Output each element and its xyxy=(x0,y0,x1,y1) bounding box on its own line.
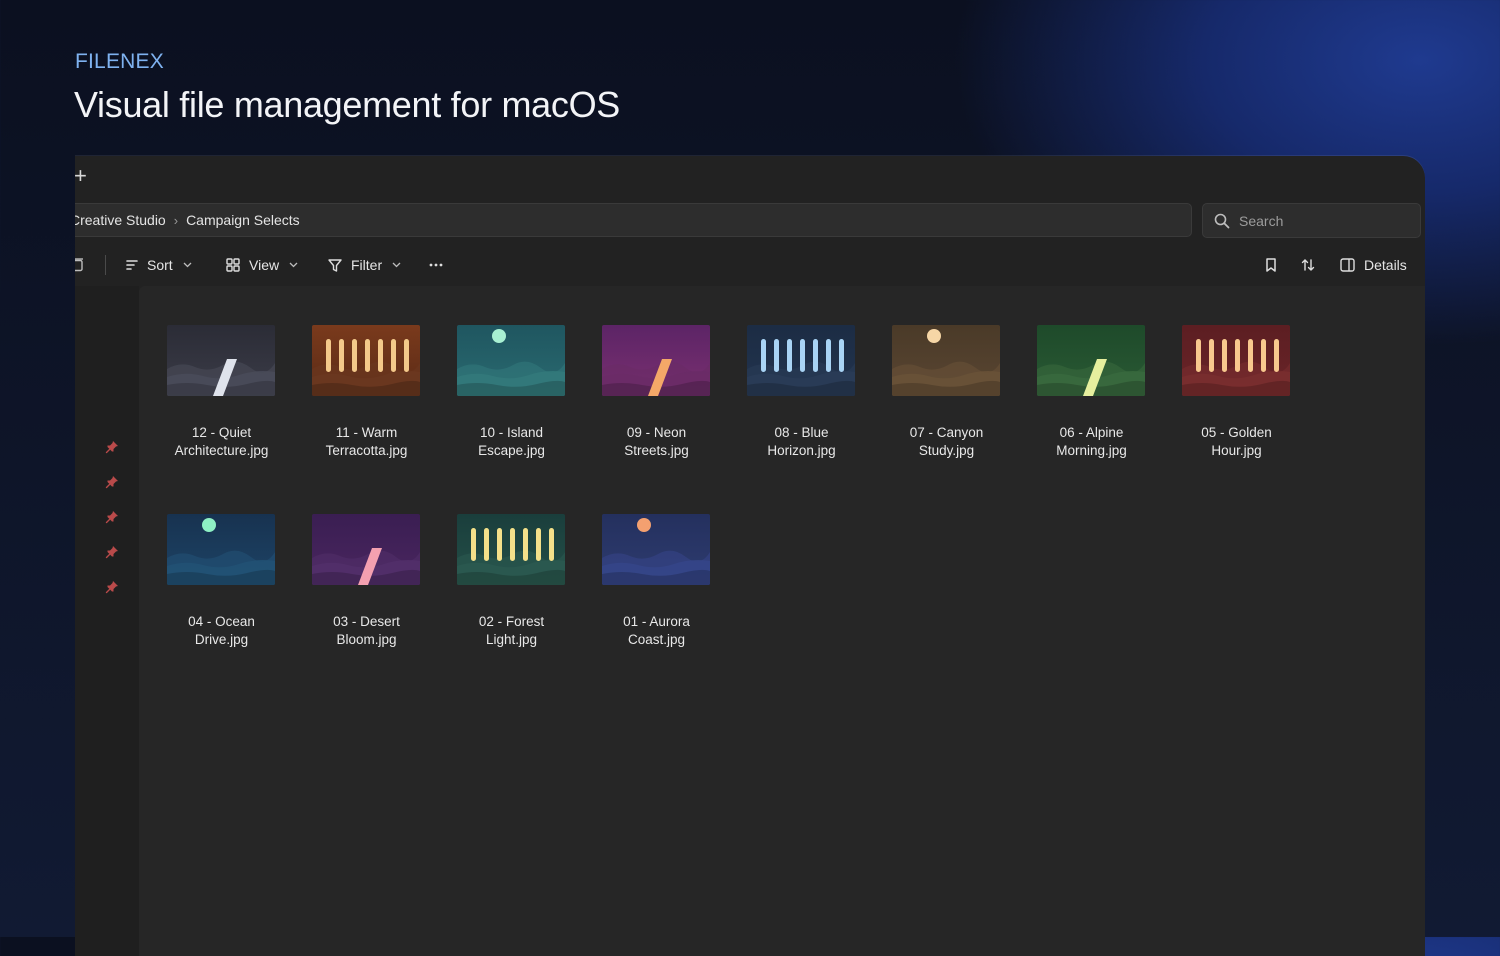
details-label: Details xyxy=(1364,257,1407,273)
file-thumbnail xyxy=(167,514,275,585)
file-thumbnail xyxy=(457,325,565,396)
file-name: 10 - Island Escape.jpg xyxy=(435,424,588,460)
filter-button[interactable]: Filter xyxy=(328,248,401,282)
breadcrumb-separator: › xyxy=(173,212,179,228)
sidebar-panel-icon xyxy=(1340,258,1355,272)
file-thumbnail xyxy=(1037,325,1145,396)
chevron-down-icon xyxy=(289,262,298,268)
file-name-line: 02 - Forest xyxy=(478,614,545,629)
breadcrumb-item-creative-studio[interactable]: Creative Studio xyxy=(75,212,166,228)
file-name-line: 11 - Warm xyxy=(335,425,398,440)
file-name-line: Hour.jpg xyxy=(1211,443,1262,458)
bookmark-button[interactable] xyxy=(1265,248,1277,282)
sidebar xyxy=(75,286,139,956)
tab-bar: + xyxy=(75,156,1425,200)
file-thumbnail xyxy=(167,325,275,396)
swap-vertical-icon xyxy=(1301,259,1315,271)
pin-icon[interactable] xyxy=(105,440,119,454)
file-name: 06 - Alpine Morning.jpg xyxy=(1015,424,1168,460)
pin-icon[interactable] xyxy=(105,510,119,524)
file-name-line: Streets.jpg xyxy=(624,443,689,458)
breadcrumb-item-campaign-selects[interactable]: Campaign Selects xyxy=(186,212,300,228)
file-name-line: 03 - Desert xyxy=(333,614,400,629)
file-name-line: Architecture.jpg xyxy=(174,443,269,458)
file-name-line: 10 - Island xyxy=(479,425,544,440)
pin-icon[interactable] xyxy=(105,545,119,559)
ellipsis-icon xyxy=(429,263,443,267)
file-name-line: Morning.jpg xyxy=(1056,443,1127,458)
chevron-down-icon xyxy=(183,262,192,268)
file-name-line: 08 - Blue xyxy=(774,425,829,440)
toolbar-divider xyxy=(105,255,106,275)
sort-label: Sort xyxy=(147,257,173,273)
file-name-line: Study.jpg xyxy=(918,443,975,458)
toolbar: Sort View Filter Details xyxy=(75,248,1425,282)
file-name-line: Coast.jpg xyxy=(627,632,686,647)
file-name-line: 01 - Aurora xyxy=(623,614,690,629)
file-name-line: 12 - Quiet xyxy=(191,425,252,440)
file-name: 01 - Aurora Coast.jpg xyxy=(580,613,733,649)
brand-eyebrow: FILENEX xyxy=(75,50,164,73)
search-input[interactable] xyxy=(1237,211,1411,230)
file-thumbnail xyxy=(747,325,855,396)
file-name: 02 - Forest Light.jpg xyxy=(435,613,588,649)
file-grid: 12 - Quiet Architecture.jpg 11 - Warm Terra… xyxy=(139,286,1425,956)
search-icon xyxy=(1214,213,1230,228)
file-name-line: Drive.jpg xyxy=(194,632,249,647)
file-name-line: Horizon.jpg xyxy=(767,443,836,458)
file-thumbnail xyxy=(312,325,420,396)
chevron-down-icon xyxy=(392,262,401,268)
pin-icon[interactable] xyxy=(105,475,119,489)
more-options-button[interactable] xyxy=(429,248,443,282)
sort-button[interactable]: Sort xyxy=(126,248,192,282)
sort-order-button[interactable] xyxy=(1301,248,1315,282)
file-name: 12 - Quiet Architecture.jpg xyxy=(145,424,298,460)
view-label: View xyxy=(249,257,280,273)
bookmark-icon xyxy=(1266,258,1276,272)
file-name: 03 - Desert Bloom.jpg xyxy=(290,613,443,649)
file-name-line: 05 - Golden xyxy=(1201,425,1272,440)
sort-icon xyxy=(126,260,138,270)
filter-label: Filter xyxy=(351,257,383,273)
file-name-line: Escape.jpg xyxy=(478,443,545,458)
grid-icon xyxy=(226,258,240,272)
file-name-line: Light.jpg xyxy=(485,632,538,647)
file-name-line: 04 - Ocean xyxy=(188,614,255,629)
file-name-line: Terracotta.jpg xyxy=(325,443,408,458)
file-name-line: 07 - Canyon xyxy=(909,425,984,440)
file-thumbnail xyxy=(602,325,710,396)
file-name: 11 - Warm Terracotta.jpg xyxy=(290,424,443,460)
file-thumbnail xyxy=(1182,325,1290,396)
pin-icon[interactable] xyxy=(105,580,119,594)
file-name-line: Bloom.jpg xyxy=(336,632,397,647)
file-thumbnail xyxy=(892,325,1000,396)
file-name: 04 - Ocean Drive.jpg xyxy=(145,613,298,649)
file-name: 05 - Golden Hour.jpg xyxy=(1160,424,1313,460)
file-thumbnail xyxy=(457,514,565,585)
filter-icon xyxy=(328,258,342,272)
view-button[interactable]: View xyxy=(226,248,298,282)
trash-button[interactable] xyxy=(75,248,84,282)
file-name: 07 - Canyon Study.jpg xyxy=(870,424,1023,460)
page-headline: Visual file management for macOS xyxy=(74,84,620,125)
file-thumbnail xyxy=(602,514,710,585)
finder-window: + Creative Studio › Campaign Selects Sea… xyxy=(75,156,1425,956)
file-name-line: 09 - Neon xyxy=(626,425,687,440)
breadcrumb[interactable]: Creative Studio › Campaign Selects xyxy=(75,203,1192,237)
trash-icon xyxy=(75,258,83,272)
file-name: 09 - Neon Streets.jpg xyxy=(580,424,733,460)
search-field[interactable] xyxy=(1202,203,1421,238)
file-name: 08 - Blue Horizon.jpg xyxy=(725,424,878,460)
new-tab-button[interactable]: + xyxy=(75,165,90,187)
file-thumbnail xyxy=(312,514,420,585)
details-button[interactable]: Details xyxy=(1340,248,1407,282)
file-name-line: 06 - Alpine xyxy=(1059,425,1124,440)
